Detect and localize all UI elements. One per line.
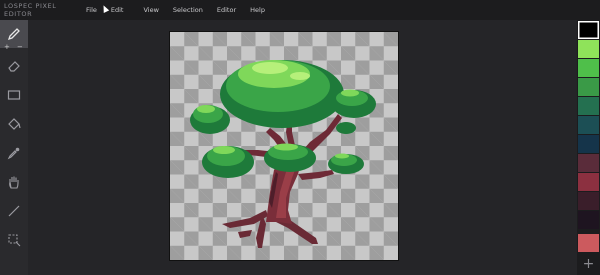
menu-edit[interactable]: Edit xyxy=(111,6,124,14)
eraser-tool[interactable] xyxy=(0,52,28,80)
eyedropper-icon xyxy=(7,147,20,160)
menu-view[interactable]: View xyxy=(143,6,158,14)
app-title: LOSPEC PIXEL EDITOR xyxy=(4,2,57,18)
palette-swatch[interactable] xyxy=(578,78,599,96)
color-palette: + xyxy=(577,20,600,275)
menu-selection[interactable]: Selection xyxy=(173,6,203,14)
menu-editor[interactable]: Editor xyxy=(217,6,236,14)
selection-tool[interactable] xyxy=(0,226,28,254)
menu-bar: LOSPEC PIXEL EDITOR File Edit View Selec… xyxy=(0,0,600,20)
line-icon xyxy=(8,205,20,217)
rectangle-tool[interactable] xyxy=(0,81,28,109)
palette-swatch[interactable] xyxy=(578,21,599,39)
palette-swatch[interactable] xyxy=(578,173,599,191)
brush-size-decrease-button[interactable]: − xyxy=(17,43,23,51)
brush-size-increase-button[interactable]: + xyxy=(4,43,10,51)
eraser-icon xyxy=(8,61,20,72)
pixel-art-tree xyxy=(190,60,376,248)
eyedropper-tool[interactable] xyxy=(0,139,28,167)
pan-tool[interactable] xyxy=(0,168,28,196)
palette-swatch[interactable] xyxy=(578,211,599,229)
palette-swatch[interactable] xyxy=(578,116,599,134)
palette-swatch[interactable] xyxy=(578,135,599,153)
palette-swatch[interactable] xyxy=(578,40,599,58)
marquee-select-icon xyxy=(8,234,21,247)
hand-icon xyxy=(9,176,19,189)
menu-file[interactable]: File xyxy=(86,6,97,14)
line-tool[interactable] xyxy=(0,197,28,225)
palette-swatch[interactable] xyxy=(578,59,599,77)
palette-swatch[interactable] xyxy=(578,154,599,172)
pencil-icon xyxy=(7,28,20,41)
drawing-canvas[interactable] xyxy=(170,32,398,260)
palette-swatch[interactable] xyxy=(578,192,599,210)
paint-bucket-icon xyxy=(8,118,21,130)
tool-bar: + − xyxy=(0,20,28,275)
palette-swatch[interactable] xyxy=(578,234,599,252)
palette-swatch[interactable] xyxy=(578,97,599,115)
fill-bucket-tool[interactable] xyxy=(0,110,28,138)
menu-help[interactable]: Help xyxy=(250,6,265,14)
rectangle-icon xyxy=(7,90,21,100)
add-color-button[interactable]: + xyxy=(581,257,596,272)
